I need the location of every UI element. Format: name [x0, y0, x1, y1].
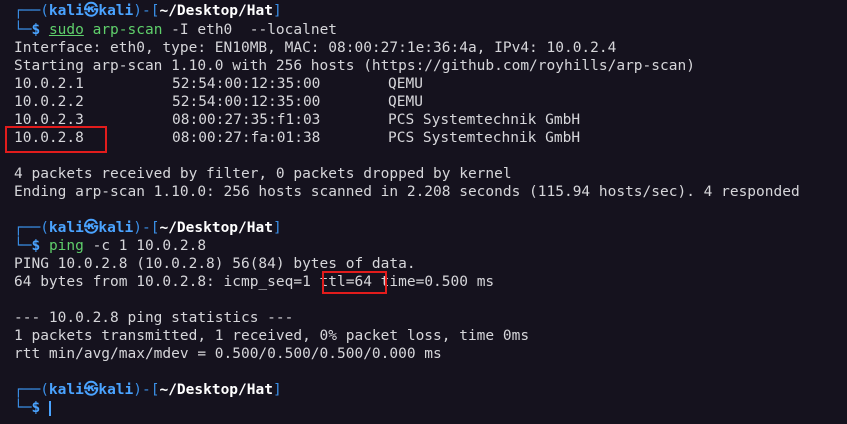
ping-reply-suffix: time=0.500 ms	[371, 274, 495, 290]
command-line-ping: └─$ ping -c 1 10.0.2.8	[14, 238, 207, 254]
prompt-directory: ~/Desktop/Hat	[159, 3, 273, 19]
output-packets-line: 4 packets received by filter, 0 packets …	[14, 166, 512, 182]
host-mac: 08:00:27:fa:01:38	[172, 130, 321, 146]
terminal-window[interactable]: ┌──(kali㉿kali)-[~/Desktop/Hat] └─$ sudo …	[0, 0, 847, 424]
arp-host-row: 10.0.2.1 52:54:00:12:35:00 QEMU	[14, 75, 834, 93]
host-mac: 52:54:00:12:35:00	[172, 76, 321, 92]
output-ending-line: Ending arp-scan 1.10.0: 256 hosts scanne…	[14, 184, 800, 200]
command-name: ping	[48, 238, 84, 254]
command-args: -c 1 10.0.2.8	[83, 238, 207, 254]
arp-host-row: 10.0.2.8 08:00:27:fa:01:38 PCS Systemtechn…	[14, 129, 834, 147]
prompt-line-top: ┌──(kali㉿kali)-[~/Desktop/Hat]	[14, 3, 282, 19]
host-ip: 10.0.2.1	[14, 76, 84, 92]
ttl-highlight-box	[322, 271, 387, 294]
prompt-user: kali	[48, 3, 84, 19]
host-vendor: QEMU	[388, 94, 423, 110]
prompt-line-top: ┌──(kali㉿kali)-[~/Desktop/Hat]	[14, 382, 282, 398]
command-line-arp-scan: └─$ sudo arp-scan -I eth0 --localnet	[14, 22, 338, 38]
prompt-user: kali	[48, 382, 84, 398]
sudo-keyword: sudo	[48, 22, 84, 38]
prompt-at-symbol: ㉿	[83, 382, 99, 398]
prompt-at-symbol: ㉿	[83, 3, 99, 19]
prompt-at-symbol: ㉿	[83, 220, 99, 236]
ping-stats-line: 1 packets transmitted, 1 received, 0% pa…	[14, 328, 530, 344]
host-vendor: PCS Systemtechnik GmbH	[388, 130, 581, 146]
prompt-host: kali	[98, 3, 134, 19]
ping-rtt-line: rtt min/avg/max/mdev = 0.500/0.500/0.500…	[14, 346, 442, 362]
text-cursor	[48, 400, 51, 416]
command-args: -I eth0 --localnet	[162, 22, 338, 38]
host-vendor: PCS Systemtechnik GmbH	[388, 112, 581, 128]
prompt-host: kali	[98, 382, 134, 398]
prompt-directory: ~/Desktop/Hat	[159, 220, 273, 236]
output-starting-line: Starting arp-scan 1.10.0 with 256 hosts …	[14, 58, 695, 74]
ping-stats-header: --- 10.0.2.8 ping statistics ---	[14, 310, 294, 326]
arp-host-row: 10.0.2.3 08:00:27:35:f1:03 PCS Systemtechn…	[14, 111, 834, 129]
arp-host-row: 10.0.2.2 52:54:00:12:35:00 QEMU	[14, 93, 834, 111]
command-name: arp-scan	[92, 22, 163, 38]
command-input-line[interactable]: └─$	[14, 399, 51, 417]
prompt-directory: ~/Desktop/Hat	[159, 382, 273, 398]
host-vendor: QEMU	[388, 76, 423, 92]
host-ip: 10.0.2.2	[14, 94, 84, 110]
ping-reply-line: 64 bytes from 10.0.2.8: icmp_seq=1 ttl=6…	[14, 273, 494, 291]
ping-reply-prefix: 64 bytes from 10.0.2.8: icmp_seq=1	[14, 274, 320, 290]
output-interface-line: Interface: eth0, type: EN10MB, MAC: 08:0…	[14, 40, 617, 56]
prompt-user: kali	[48, 220, 84, 236]
ip-highlight-box	[5, 126, 107, 153]
host-mac: 08:00:27:35:f1:03	[172, 112, 321, 128]
prompt-host: kali	[98, 220, 134, 236]
prompt-line-top: ┌──(kali㉿kali)-[~/Desktop/Hat]	[14, 220, 282, 236]
host-mac: 52:54:00:12:35:00	[172, 94, 321, 110]
